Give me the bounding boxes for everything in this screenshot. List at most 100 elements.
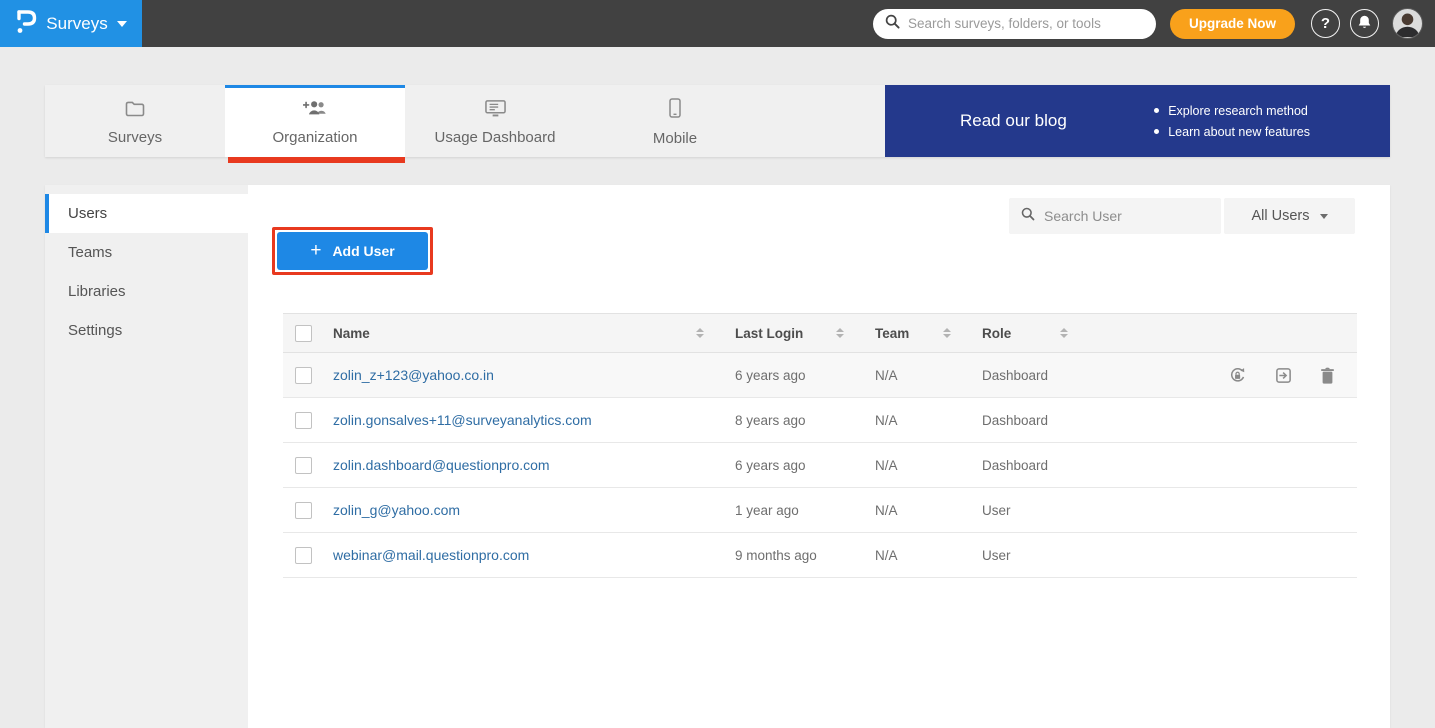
blog-panel-title: Read our blog	[960, 111, 1067, 131]
user-avatar[interactable]	[1392, 8, 1423, 39]
sidebar-item-libraries[interactable]: Libraries	[45, 272, 248, 311]
blog-bullet-item: Learn about new features	[1154, 125, 1310, 139]
last-login-cell: 8 years ago	[718, 413, 858, 428]
help-button[interactable]: ?	[1311, 9, 1340, 38]
product-label: Surveys	[46, 14, 107, 34]
user-email-link[interactable]: zolin_z+123@yahoo.co.in	[333, 367, 494, 383]
header-team[interactable]: Team	[858, 326, 965, 341]
sidebar-item-teams[interactable]: Teams	[45, 233, 248, 272]
table-row: webinar@mail.questionpro.com 9 months ag…	[283, 533, 1357, 578]
sidebar-item-label: Libraries	[68, 283, 126, 300]
tab-mobile[interactable]: Mobile	[585, 85, 765, 157]
team-value: N/A	[875, 413, 898, 428]
row-checkbox[interactable]	[295, 502, 312, 519]
role-value: User	[982, 548, 1011, 563]
sidebar-item-label: Users	[68, 205, 107, 222]
last-login-value: 9 months ago	[735, 548, 817, 563]
name-cell: zolin_g@yahoo.com	[333, 502, 718, 518]
bullet-text: Learn about new features	[1168, 125, 1310, 139]
bell-icon	[1357, 14, 1372, 34]
dropdown-selected-value: All Users	[1251, 208, 1309, 224]
global-search-input[interactable]	[908, 16, 1144, 31]
row-checkbox[interactable]	[295, 412, 312, 429]
delete-user-icon[interactable]	[1320, 367, 1335, 384]
blog-bullet-list: Explore research method Learn about new …	[1154, 104, 1310, 139]
last-login-value: 1 year ago	[735, 503, 799, 518]
row-checkbox-cell	[283, 502, 333, 519]
header-last-login[interactable]: Last Login	[718, 326, 858, 341]
sort-icon[interactable]	[943, 328, 951, 338]
search-user-input[interactable]	[1044, 208, 1225, 224]
row-checkbox[interactable]	[295, 457, 312, 474]
product-menu[interactable]: Surveys	[0, 0, 142, 47]
team-value: N/A	[875, 368, 898, 383]
column-label: Role	[982, 326, 1011, 341]
team-cell: N/A	[858, 413, 965, 428]
tabbar-filler	[765, 85, 885, 157]
select-all-checkbox[interactable]	[295, 325, 312, 342]
user-email-link[interactable]: zolin.dashboard@questionpro.com	[333, 457, 550, 473]
bullet-text: Explore research method	[1168, 104, 1308, 118]
last-login-value: 6 years ago	[735, 458, 806, 473]
role-cell: Dashboard	[965, 458, 1082, 473]
row-checkbox[interactable]	[295, 367, 312, 384]
role-value: Dashboard	[982, 368, 1048, 383]
sidebar-item-users[interactable]: Users	[45, 194, 248, 233]
tab-usage-dashboard[interactable]: Usage Dashboard	[405, 85, 585, 157]
name-cell: zolin.dashboard@questionpro.com	[333, 457, 718, 473]
sort-icon[interactable]	[836, 328, 844, 338]
sort-icon[interactable]	[1060, 328, 1068, 338]
user-email-link[interactable]: zolin.gonsalves+11@surveyanalytics.com	[333, 412, 592, 428]
last-login-cell: 1 year ago	[718, 503, 858, 518]
row-checkbox-cell	[283, 547, 333, 564]
blog-promo-panel[interactable]: Read our blog Explore research method Le…	[885, 85, 1390, 157]
last-login-cell: 6 years ago	[718, 368, 858, 383]
plus-icon: +	[310, 241, 321, 260]
last-login-cell: 6 years ago	[718, 458, 858, 473]
role-cell: User	[965, 548, 1082, 563]
tab-label: Mobile	[653, 130, 697, 147]
add-user-annotation-box: + Add User	[272, 227, 433, 275]
notifications-button[interactable]	[1350, 9, 1379, 38]
sort-icon[interactable]	[696, 328, 704, 338]
table-row: zolin.gonsalves+11@surveyanalytics.com 8…	[283, 398, 1357, 443]
table-row: zolin.dashboard@questionpro.com 6 years …	[283, 443, 1357, 488]
usage-dashboard-icon	[485, 99, 506, 122]
search-user-box[interactable]	[1009, 198, 1221, 234]
column-label: Name	[333, 326, 370, 341]
role-cell: Dashboard	[965, 368, 1082, 383]
user-filter-controls: All Users	[1009, 198, 1355, 234]
reset-password-icon[interactable]	[1228, 366, 1247, 385]
question-mark-icon: ?	[1321, 15, 1330, 32]
upgrade-now-button[interactable]: Upgrade Now	[1170, 9, 1295, 39]
sidebar-item-settings[interactable]: Settings	[45, 311, 248, 350]
table-row: zolin_g@yahoo.com 1 year ago N/A User	[283, 488, 1357, 533]
row-checkbox-cell	[283, 367, 333, 384]
tab-surveys[interactable]: Surveys	[45, 85, 225, 157]
row-checkbox[interactable]	[295, 547, 312, 564]
role-value: User	[982, 503, 1011, 518]
row-actions	[1082, 366, 1357, 385]
tab-organization[interactable]: Organization	[225, 85, 405, 157]
add-user-button[interactable]: + Add User	[277, 232, 428, 270]
tab-label: Usage Dashboard	[435, 129, 556, 146]
chevron-down-icon	[1320, 214, 1328, 219]
bullet-dot	[1154, 108, 1159, 113]
tab-label: Surveys	[108, 129, 162, 146]
user-email-link[interactable]: webinar@mail.questionpro.com	[333, 547, 529, 563]
global-search[interactable]	[873, 9, 1156, 39]
header-name[interactable]: Name	[333, 326, 718, 341]
team-value: N/A	[875, 503, 898, 518]
role-cell: Dashboard	[965, 413, 1082, 428]
chevron-down-icon	[117, 21, 127, 27]
organization-panel: Users Teams Libraries Settings	[45, 185, 1390, 728]
team-cell: N/A	[858, 458, 965, 473]
users-table: Name Last Login Team Role	[283, 313, 1357, 578]
login-as-user-icon[interactable]	[1275, 367, 1292, 384]
last-login-value: 6 years ago	[735, 368, 806, 383]
organization-tab-annotation-underline	[228, 157, 405, 163]
header-role[interactable]: Role	[965, 326, 1082, 341]
user-email-link[interactable]: zolin_g@yahoo.com	[333, 502, 460, 518]
all-users-dropdown[interactable]: All Users	[1224, 198, 1355, 234]
column-label: Last Login	[735, 326, 803, 341]
